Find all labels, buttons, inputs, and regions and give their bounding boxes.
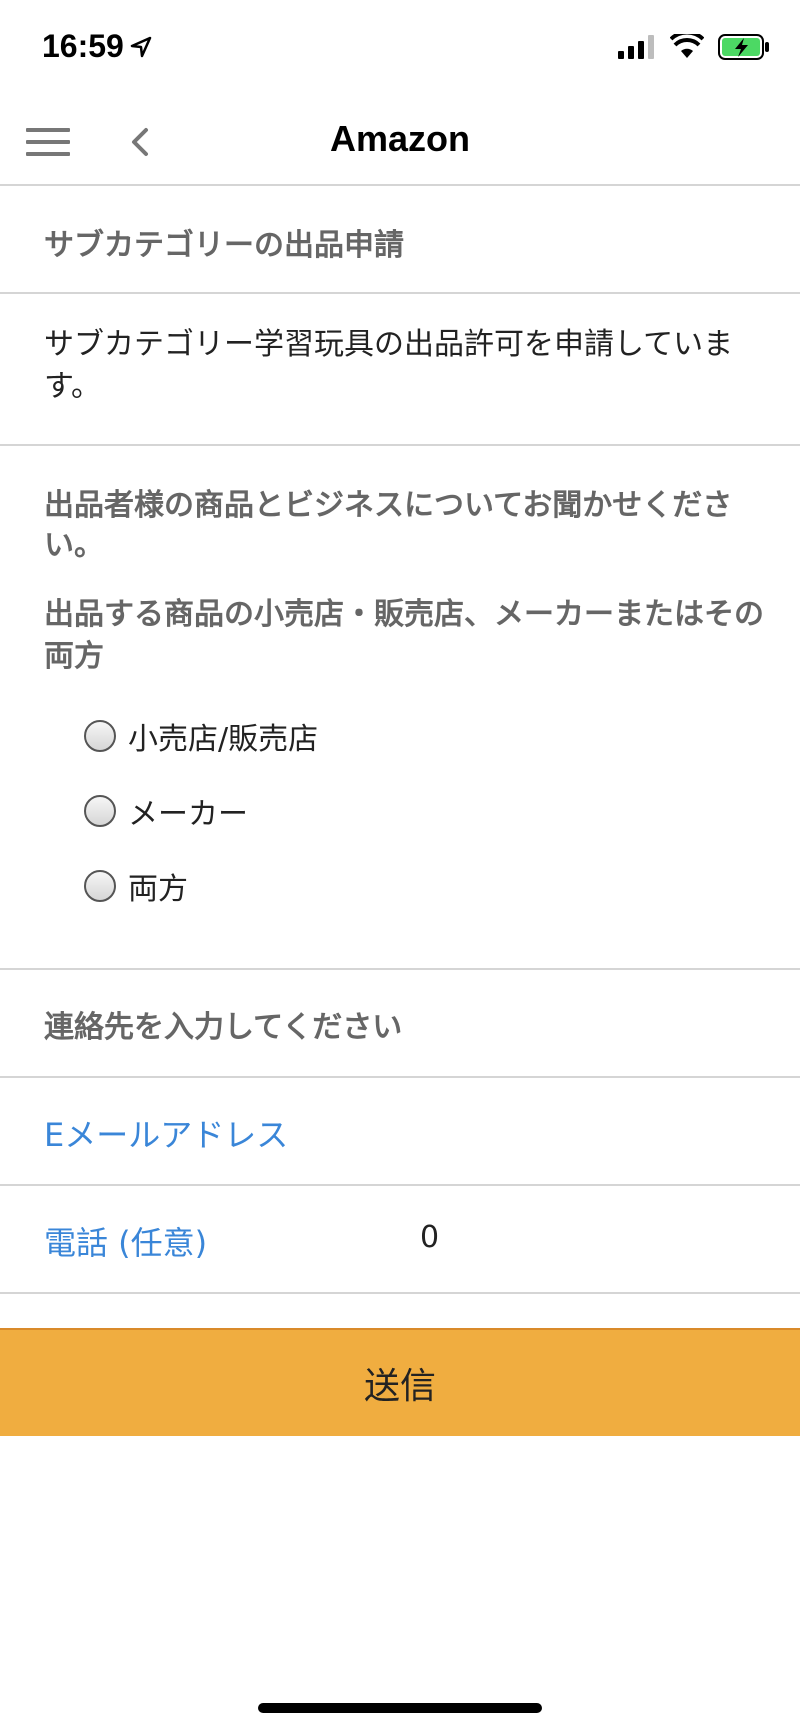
question-intro: 出品者様の商品とビジネスについてお聞かせください。: [44, 488, 733, 563]
status-bar: 16:59: [0, 0, 800, 100]
radio-button[interactable]: [84, 795, 116, 827]
contact-heading-row: 連絡先を入力してください: [0, 970, 800, 1078]
description-row: サブカテゴリー学習玩具の出品許可を申請しています。: [0, 294, 800, 446]
wifi-icon: [670, 34, 704, 58]
radio-label: 両方: [128, 872, 188, 907]
battery-charging-icon: [718, 34, 769, 60]
radio-button[interactable]: [84, 720, 116, 752]
contact-heading: 連絡先を入力してください: [44, 1010, 403, 1045]
radio-option-manufacturer[interactable]: メーカー: [84, 789, 248, 833]
radio-option-both[interactable]: 両方: [84, 864, 188, 908]
cellular-signal-icon: [618, 35, 654, 59]
section-title-row: サブカテゴリーの出品申請: [0, 186, 800, 294]
email-field[interactable]: Eメールアドレス: [0, 1078, 800, 1186]
nav-bar: Amazon: [0, 100, 800, 186]
phone-field[interactable]: 電話 (任意) 0: [0, 1186, 800, 1294]
status-indicators: [618, 34, 770, 60]
description-text: サブカテゴリー学習玩具の出品許可を申請しています。: [44, 327, 734, 404]
phone-field-value[interactable]: 0: [420, 1220, 439, 1255]
submit-button[interactable]: 送信: [0, 1328, 800, 1436]
status-time: 16:59: [42, 28, 152, 65]
page-title: サブカテゴリーの出品申請: [44, 228, 404, 263]
radio-label: メーカー: [128, 797, 248, 832]
home-indicator[interactable]: [258, 1703, 542, 1713]
phone-field-label: 電話 (任意): [44, 1224, 208, 1262]
radio-button[interactable]: [84, 870, 116, 902]
question-label: 出品する商品の小売店・販売店、メーカーまたはその両方: [44, 597, 764, 674]
radio-option-retailer[interactable]: 小売店/販売店: [84, 714, 318, 758]
email-field-label: Eメールアドレス: [44, 1116, 289, 1154]
business-question-section: 出品者様の商品とビジネスについてお聞かせください。 出品する商品の小売店・販売店…: [0, 446, 800, 970]
location-arrow-icon: [130, 36, 152, 57]
radio-label: 小売店/販売店: [128, 722, 319, 757]
nav-title: Amazon: [329, 118, 470, 159]
status-time-text: 16:59: [42, 28, 124, 64]
